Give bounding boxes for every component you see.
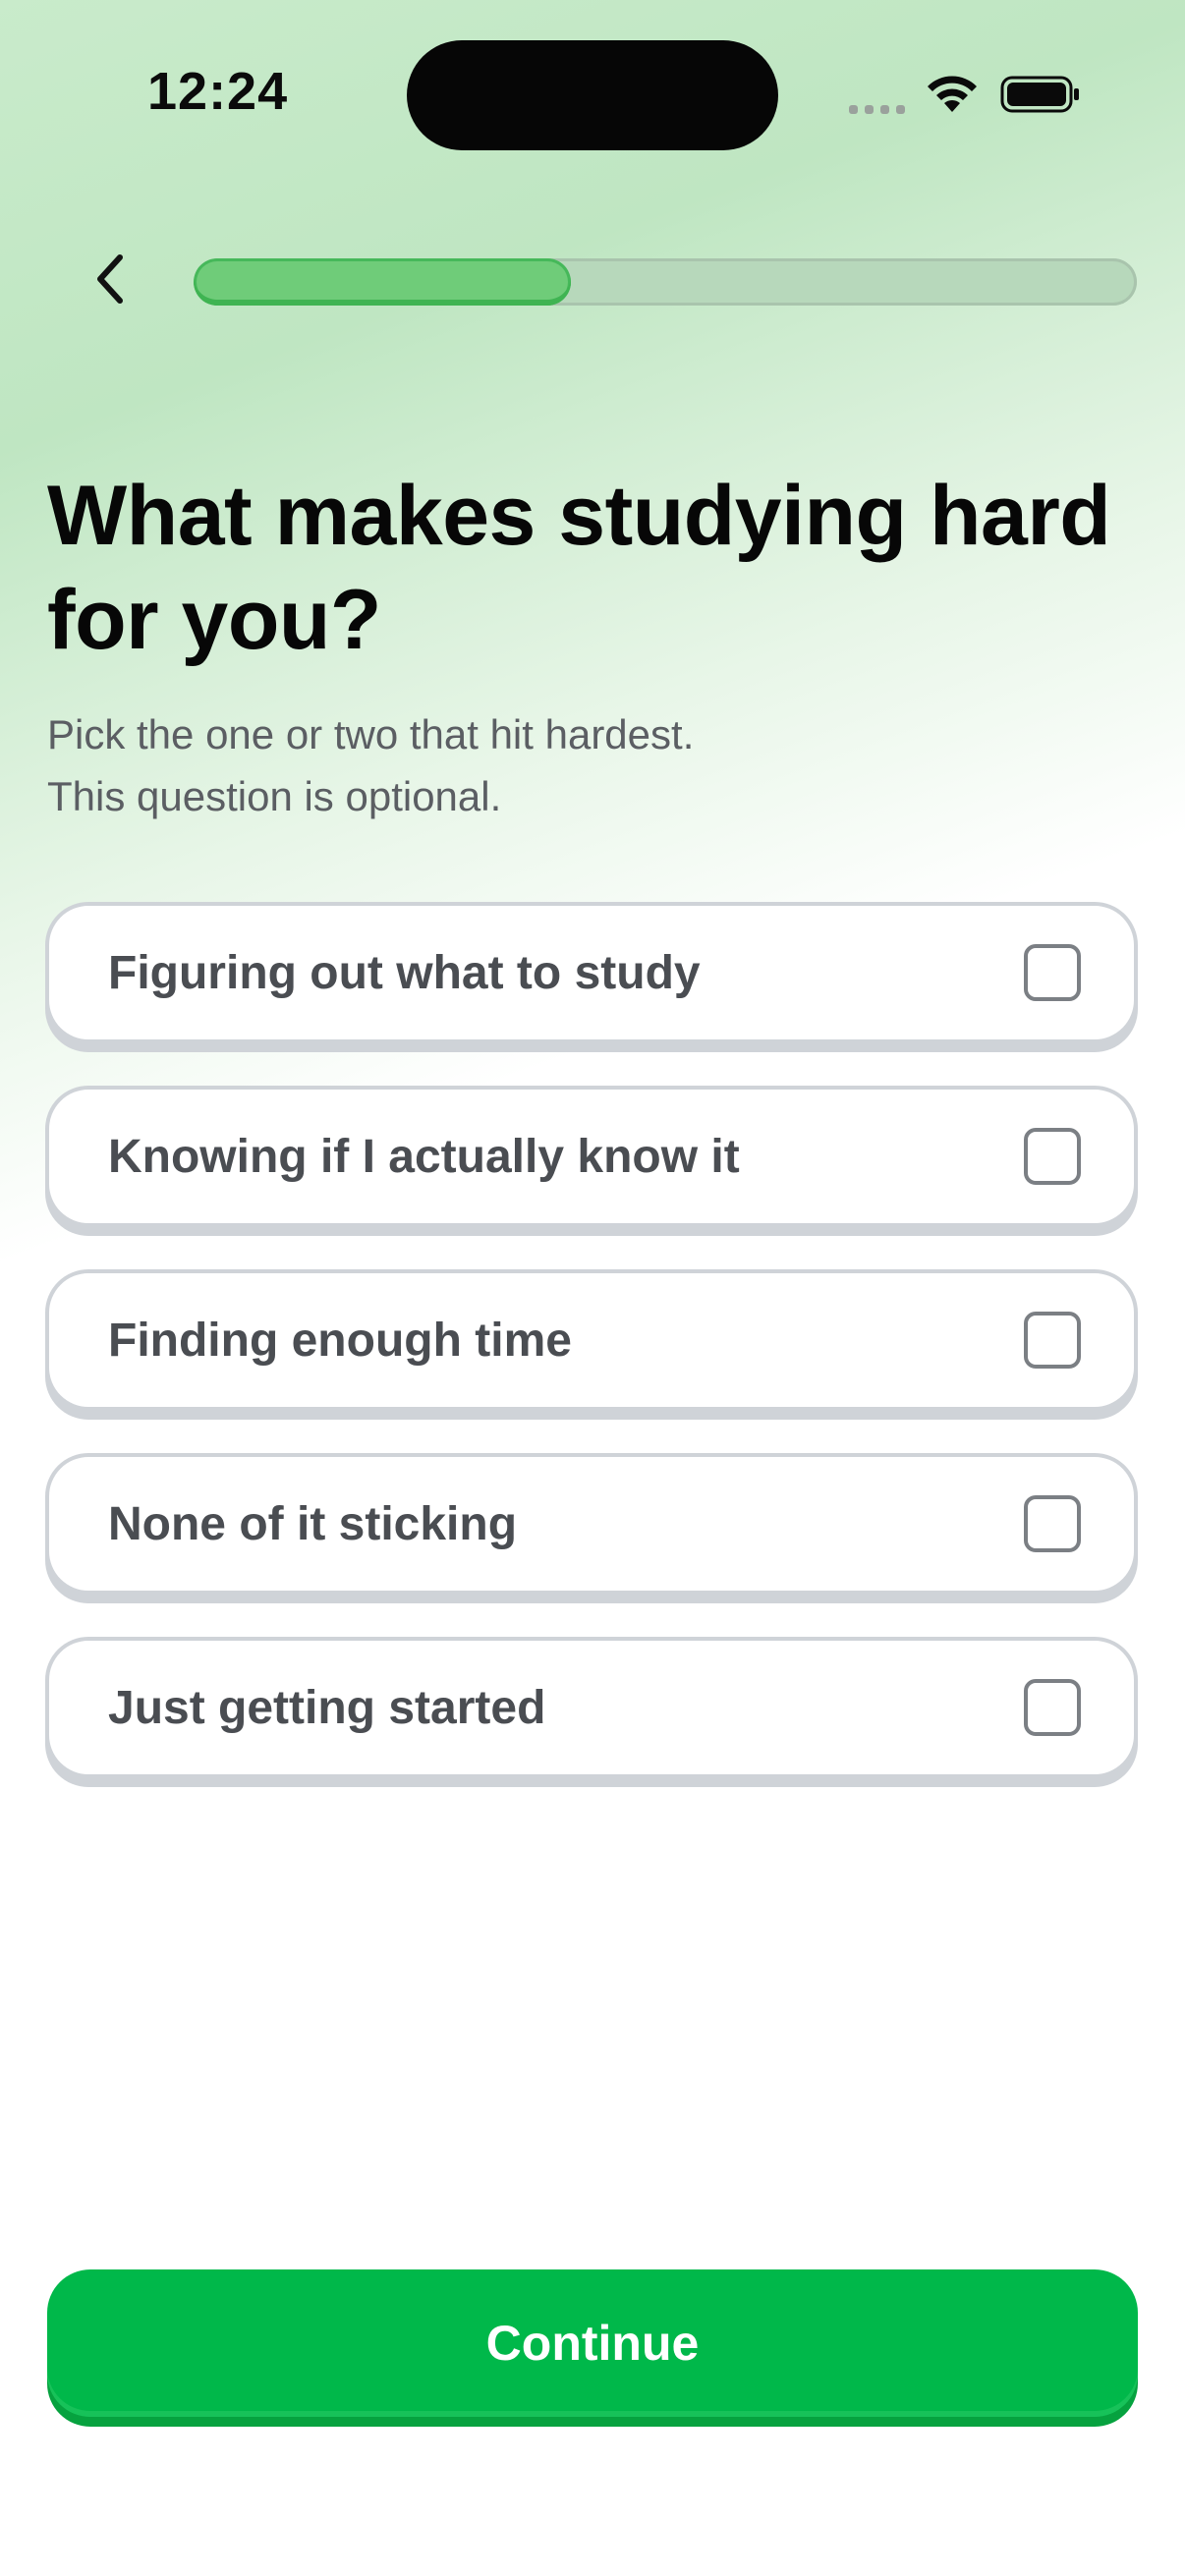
page-title: What makes studying hard for you?	[47, 469, 1111, 667]
signal-dots-icon	[849, 102, 908, 116]
option-label: Just getting started	[108, 1681, 546, 1734]
onboarding-screen: 12:24 What makes studying hard for you? …	[0, 0, 1185, 2576]
battery-icon	[1000, 76, 1079, 113]
progress-bar	[194, 258, 1137, 306]
page-subtitle: Pick the one or two that hit hardest. Th…	[47, 703, 1138, 827]
progress-bar-fill	[194, 258, 571, 306]
dynamic-island	[407, 40, 778, 150]
continue-button[interactable]: Continue	[47, 2269, 1138, 2417]
option-just-getting-started[interactable]: Just getting started	[45, 1637, 1138, 1778]
option-none-of-it-sticking[interactable]: None of it sticking	[45, 1453, 1138, 1595]
status-bar-time: 12:24	[147, 62, 289, 121]
option-label: Knowing if I actually know it	[108, 1130, 740, 1183]
checkbox[interactable]	[1024, 1679, 1081, 1736]
subtitle-line: Pick the one or two that hit hardest.	[47, 711, 695, 757]
option-figuring-out-what-to-study[interactable]: Figuring out what to study	[45, 902, 1138, 1043]
checkbox[interactable]	[1024, 944, 1081, 1001]
option-label: Finding enough time	[108, 1314, 572, 1367]
subtitle-line: This question is optional.	[47, 773, 502, 819]
checkbox[interactable]	[1024, 1128, 1081, 1185]
option-label: None of it sticking	[108, 1497, 518, 1550]
option-label: Figuring out what to study	[108, 946, 701, 999]
option-knowing-if-i-know-it[interactable]: Knowing if I actually know it	[45, 1086, 1138, 1227]
option-finding-enough-time[interactable]: Finding enough time	[45, 1269, 1138, 1411]
checkbox[interactable]	[1024, 1312, 1081, 1369]
options-list: Figuring out what to study Knowing if I …	[45, 902, 1138, 1820]
wifi-icon	[928, 76, 977, 112]
back-button[interactable]	[71, 240, 149, 318]
chevron-left-icon	[97, 254, 123, 304]
checkbox[interactable]	[1024, 1495, 1081, 1552]
